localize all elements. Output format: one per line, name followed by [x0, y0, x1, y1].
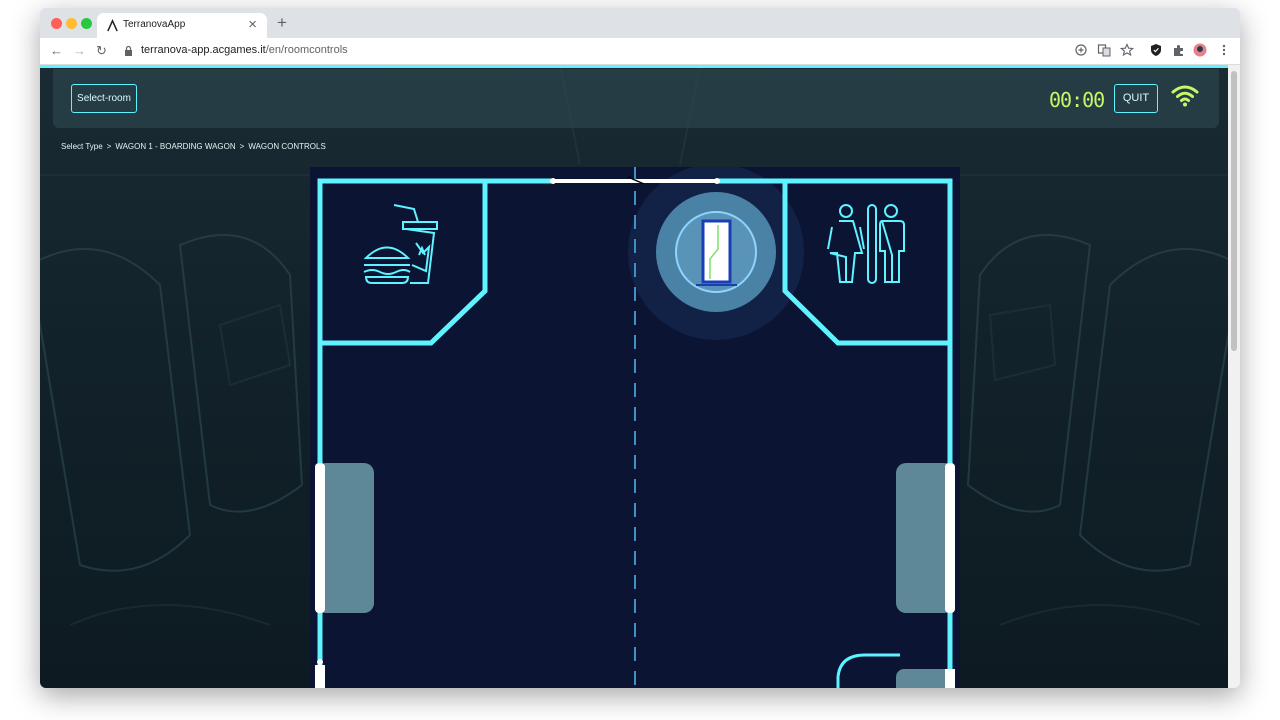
breadcrumb: Select Type > WAGON 1 - BOARDING WAGON > WAG…	[61, 142, 330, 151]
scrollbar-thumb[interactable]	[1231, 71, 1237, 351]
close-window-button[interactable]	[51, 18, 62, 29]
breadcrumb-item-select-type[interactable]: Select Type	[61, 142, 103, 151]
app-header: Select-room 00:00 QUIT	[53, 69, 1219, 128]
page-scrollbar[interactable]	[1228, 65, 1240, 688]
breadcrumb-item-wagon-controls: WAGON CONTROLS	[248, 142, 326, 151]
door-control-button[interactable]	[656, 192, 776, 312]
address-bar[interactable]: terranova-app.acgames.it/en/roomcontrols	[141, 44, 348, 56]
profile-avatar-icon[interactable]	[1193, 43, 1207, 57]
extensions-puzzle-icon[interactable]	[1172, 43, 1186, 57]
translate-icon[interactable]	[1097, 43, 1111, 57]
quit-button[interactable]: QUIT	[1114, 84, 1158, 113]
forward-button[interactable]: →	[73, 41, 86, 61]
browser-window: TerranovaApp × + ← → ↻ terranova-app.acg…	[40, 8, 1240, 688]
new-tab-button[interactable]: +	[277, 14, 287, 32]
url-domain: terranova-app.acgames.it	[141, 44, 266, 56]
tab-close-icon[interactable]: ×	[248, 16, 257, 34]
game-timer: 00:00	[1049, 88, 1105, 112]
side-door-right	[945, 463, 955, 613]
tab-title: TerranovaApp	[123, 19, 186, 30]
top-accent-bar	[40, 65, 1228, 68]
reload-button[interactable]: ↻	[96, 41, 107, 61]
lock-icon[interactable]	[122, 44, 135, 58]
maximize-window-button[interactable]	[81, 18, 92, 29]
browser-toolbar: ← → ↻ terranova-app.acgames.it/en/roomco…	[40, 38, 1240, 65]
back-button[interactable]: ←	[50, 41, 63, 61]
browser-tab[interactable]: TerranovaApp ×	[97, 13, 267, 38]
side-door-left	[315, 463, 325, 613]
select-room-button[interactable]: Select-room	[71, 84, 137, 113]
minimize-window-button[interactable]	[66, 18, 77, 29]
breadcrumb-item-wagon[interactable]: WAGON 1 - BOARDING WAGON	[115, 142, 235, 151]
wifi-icon	[1171, 85, 1199, 107]
breadcrumb-separator: >	[239, 142, 245, 151]
tab-strip: TerranovaApp × +	[40, 8, 1240, 38]
app-page: Select-room 00:00 QUIT Select Type > WAGON…	[40, 65, 1228, 688]
bookmark-star-icon[interactable]	[1120, 43, 1134, 57]
shield-extension-icon[interactable]	[1149, 43, 1163, 57]
breadcrumb-separator: >	[106, 142, 112, 151]
browser-menu-icon[interactable]	[1217, 43, 1231, 57]
terranova-logo-icon	[107, 19, 118, 32]
wagon-floorplan	[310, 167, 960, 688]
url-path: /en/roomcontrols	[265, 44, 348, 56]
zoom-icon[interactable]	[1074, 43, 1088, 57]
